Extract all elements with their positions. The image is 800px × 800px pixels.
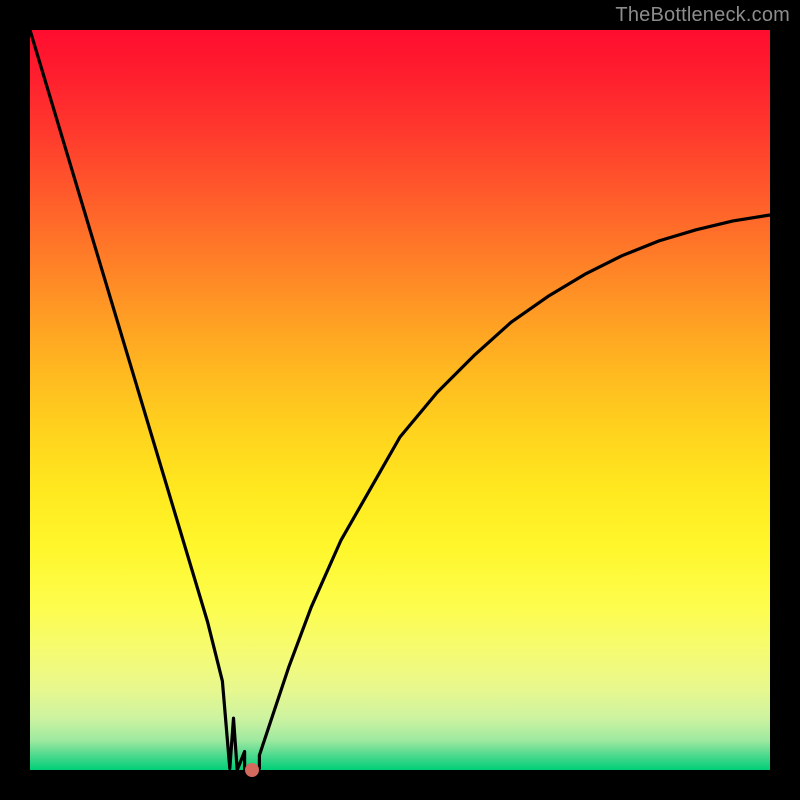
curve-path bbox=[30, 30, 770, 770]
minimum-marker bbox=[245, 763, 259, 777]
bottleneck-curve bbox=[30, 30, 770, 770]
watermark-text: TheBottleneck.com bbox=[615, 4, 790, 27]
chart-plot-area bbox=[30, 30, 770, 770]
chart-frame: TheBottleneck.com bbox=[0, 0, 800, 800]
